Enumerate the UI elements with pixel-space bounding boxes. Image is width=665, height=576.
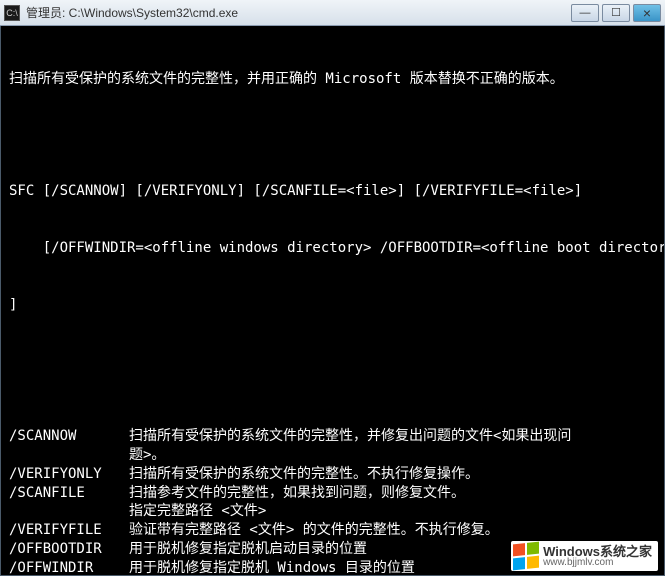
param-row: /SCANNOW扫描所有受保护的系统文件的完整性，并修复出问题的文件<如果出现问 bbox=[9, 427, 656, 446]
titlebar[interactable]: C:\ 管理员: C:\Windows\System32\cmd.exe — ☐… bbox=[0, 0, 665, 26]
param-row: 指定完整路径 <文件> bbox=[9, 502, 656, 521]
terminal-output[interactable]: 扫描所有受保护的系统文件的完整性，并用正确的 Microsoft 版本替换不正确… bbox=[0, 26, 665, 576]
window-title: 管理员: C:\Windows\System32\cmd.exe bbox=[26, 4, 568, 21]
watermark-url: www.bjjmlv.com bbox=[543, 558, 652, 568]
app-icon: C:\ bbox=[4, 5, 20, 21]
param-row: /VERIFYFILE验证带有完整路径 <文件> 的文件的完整性。不执行修复。 bbox=[9, 521, 656, 540]
intro-text: 扫描所有受保护的系统文件的完整性，并用正确的 Microsoft 版本替换不正确… bbox=[9, 70, 656, 89]
param-row: 题>。 bbox=[9, 446, 656, 465]
syntax-line: ] bbox=[9, 296, 656, 315]
watermark-title: Windows系统之家 bbox=[543, 545, 652, 558]
param-row: /VERIFYONLY扫描所有受保护的系统文件的完整性。不执行修复操作。 bbox=[9, 465, 656, 484]
maximize-button[interactable]: ☐ bbox=[602, 4, 630, 22]
syntax-line: [/OFFWINDIR=<offline windows directory> … bbox=[9, 239, 656, 258]
param-row: /SCANFILE扫描参考文件的完整性，如果找到问题，则修复文件。 bbox=[9, 484, 656, 503]
windows-logo-icon bbox=[513, 542, 539, 571]
window-controls: — ☐ × bbox=[568, 4, 661, 22]
syntax-line: SFC [/SCANNOW] [/VERIFYONLY] [/SCANFILE=… bbox=[9, 182, 656, 201]
watermark: Windows系统之家 www.bjjmlv.com bbox=[511, 541, 658, 571]
cmd-window: C:\ 管理员: C:\Windows\System32\cmd.exe — ☐… bbox=[0, 0, 665, 576]
minimize-button[interactable]: — bbox=[571, 4, 599, 22]
close-button[interactable]: × bbox=[633, 4, 661, 22]
